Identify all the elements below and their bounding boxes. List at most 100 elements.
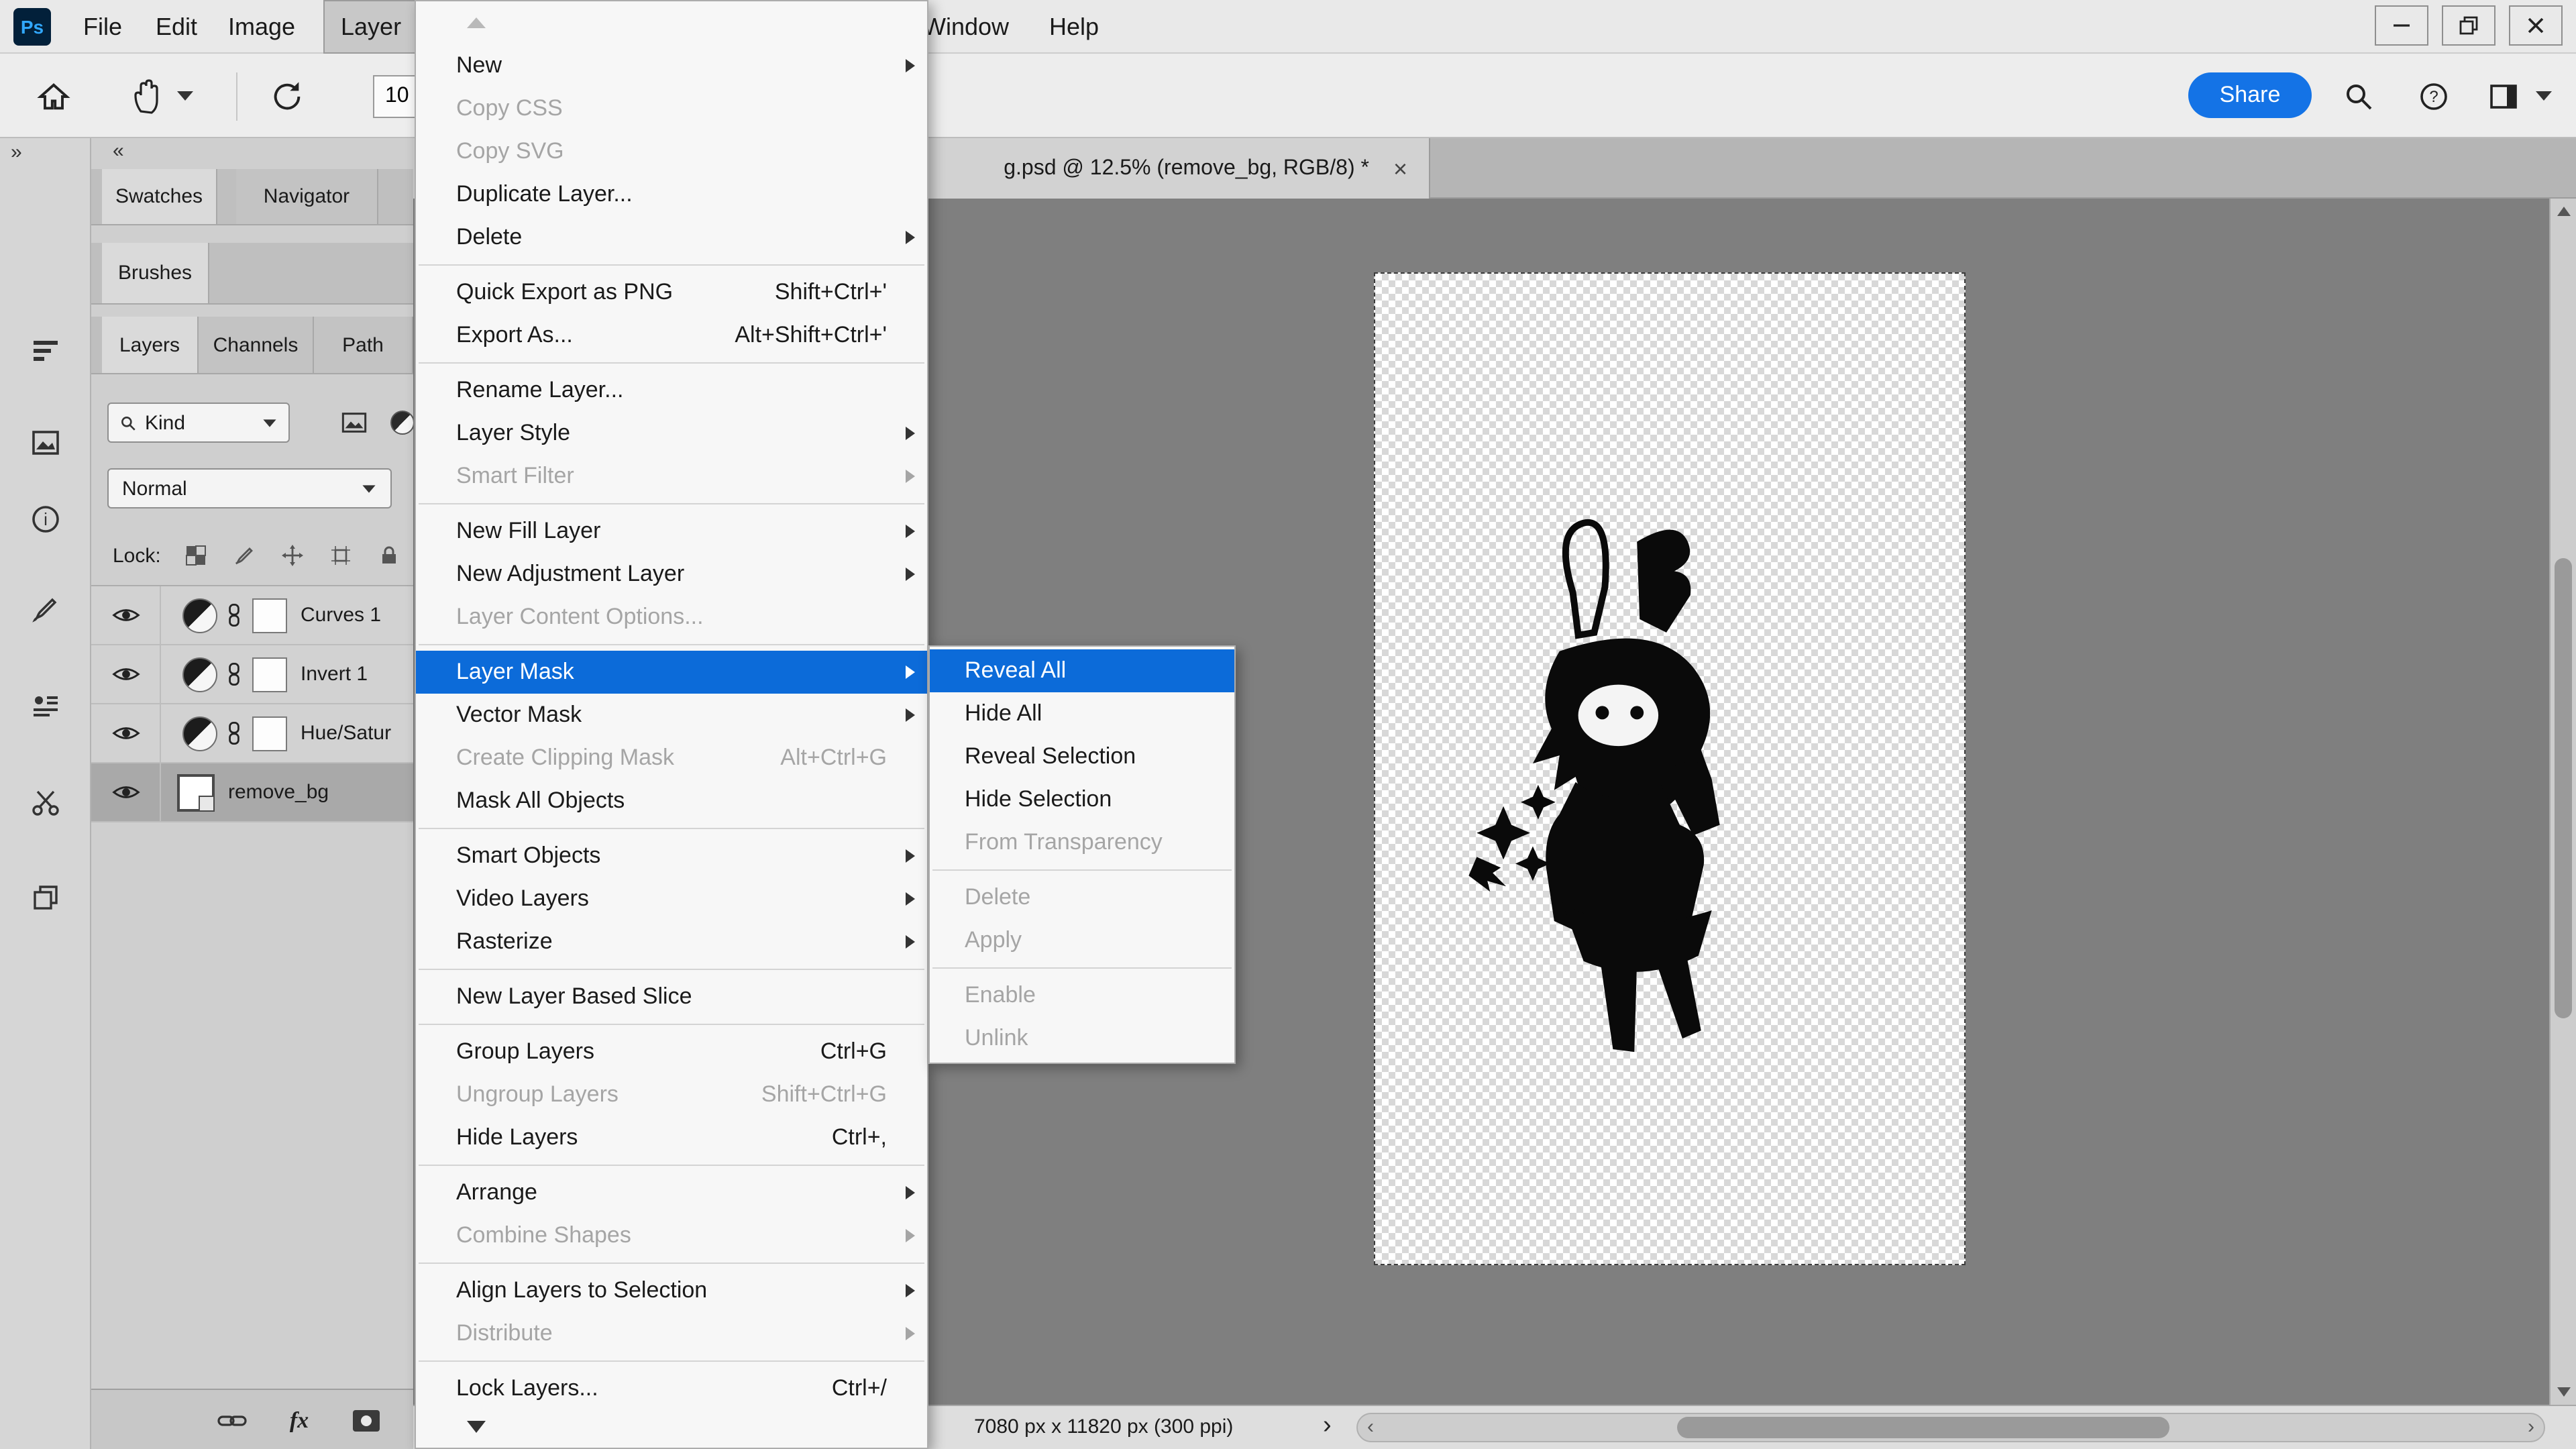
search-button[interactable] — [2334, 72, 2383, 121]
menu-help[interactable]: Help — [1033, 0, 1115, 54]
layer-visibility-eye-icon[interactable] — [91, 763, 161, 821]
document-canvas[interactable] — [1374, 272, 1966, 1265]
layer-row-remove-bg[interactable]: remove_bg — [91, 763, 413, 822]
lock-position-button[interactable] — [279, 542, 306, 569]
horizontal-scrollbar-thumb[interactable] — [1677, 1417, 2169, 1438]
lock-all-button[interactable] — [376, 542, 402, 569]
layer-menu-item-align-layers-to-selection[interactable]: Align Layers to Selection — [416, 1269, 927, 1312]
scroll-left-arrow-icon[interactable]: ‹ — [1367, 1416, 1374, 1438]
layer-menu-item-new[interactable]: New — [416, 44, 927, 87]
brush-settings-panel-icon[interactable] — [19, 582, 72, 636]
submenu-item-hide-selection[interactable]: Hide Selection — [930, 778, 1234, 821]
submenu-item-reveal-all[interactable]: Reveal All — [930, 649, 1234, 692]
menu-scroll-down[interactable] — [416, 1407, 927, 1448]
tab-layers[interactable]: Layers — [102, 317, 199, 373]
histogram-panel-icon[interactable] — [19, 325, 72, 378]
help-button[interactable]: ? — [2410, 72, 2458, 121]
layer-visibility-eye-icon[interactable] — [91, 645, 161, 703]
layer-mask-thumbnail[interactable] — [252, 598, 287, 633]
workspace-button[interactable] — [2479, 72, 2528, 121]
tab-swatches[interactable]: Swatches — [102, 169, 217, 224]
filter-by-adjustment-button[interactable] — [384, 405, 413, 440]
menu-edit[interactable]: Edit — [140, 0, 213, 54]
layer-row-hue-satur[interactable]: Hue/Satur — [91, 704, 413, 763]
tab-navigator[interactable]: Navigator — [236, 169, 378, 224]
adjustment-layer-thumbnail[interactable] — [182, 716, 217, 751]
layer-menu-item-rename-layer[interactable]: Rename Layer... — [416, 369, 927, 412]
scissors-icon[interactable] — [19, 775, 72, 829]
adjustment-layer-thumbnail[interactable] — [182, 657, 217, 692]
tab-channels[interactable]: Channels — [199, 317, 314, 373]
layer-visibility-eye-icon[interactable] — [91, 704, 161, 762]
workspace-dropdown-chevron-icon[interactable] — [2536, 91, 2552, 101]
layer-menu-item-vector-mask[interactable]: Vector Mask — [416, 694, 927, 737]
vertical-scrollbar[interactable] — [2549, 199, 2576, 1405]
layer-menu-item-lock-layers[interactable]: Lock Layers... Ctrl+/ — [416, 1367, 927, 1410]
layer-menu-item-delete[interactable]: Delete — [416, 216, 927, 259]
layer-menu-item-rasterize[interactable]: Rasterize — [416, 920, 927, 963]
layer-menu-item-video-layers[interactable]: Video Layers — [416, 877, 927, 920]
layer-menu-item-new-layer-based-slice[interactable]: New Layer Based Slice — [416, 975, 927, 1018]
tab-brushes[interactable]: Brushes — [102, 243, 209, 303]
layer-name: remove_bg — [228, 781, 329, 804]
layer-menu-item-mask-all-objects[interactable]: Mask All Objects — [416, 780, 927, 822]
collapse-panels-button[interactable]: « — [113, 140, 124, 162]
add-layer-mask-button[interactable] — [349, 1405, 384, 1437]
vertical-scrollbar-thumb[interactable] — [2555, 558, 2572, 1018]
libraries-panel-icon[interactable] — [19, 416, 72, 470]
clone-source-panel-icon[interactable] — [19, 871, 72, 924]
layer-thumbnail[interactable] — [177, 773, 215, 811]
layer-menu-item-layer-mask[interactable]: Layer Mask — [416, 651, 927, 694]
close-button[interactable] — [2509, 5, 2563, 46]
lock-transparency-button[interactable] — [182, 542, 209, 569]
character-panel-icon[interactable] — [19, 680, 72, 734]
layer-filter-kind-select[interactable]: Kind — [107, 402, 290, 443]
lock-artboard-button[interactable] — [327, 542, 354, 569]
menu-scroll-up[interactable] — [416, 1, 927, 44]
rotate-view-button[interactable] — [263, 72, 311, 121]
menu-item-label: Ungroup Layers — [456, 1081, 619, 1107]
layer-style-fx-button[interactable]: fx — [282, 1405, 317, 1437]
layer-menu-item-hide-layers[interactable]: Hide Layers Ctrl+, — [416, 1116, 927, 1159]
info-panel-icon[interactable]: i — [19, 492, 72, 546]
hand-tool-button[interactable] — [123, 72, 172, 121]
adjustment-layer-thumbnail[interactable] — [182, 598, 217, 633]
layer-menu-item-new-adjustment-layer[interactable]: New Adjustment Layer — [416, 553, 927, 596]
link-layers-button[interactable] — [215, 1405, 250, 1437]
layer-menu-item-group-layers[interactable]: Group Layers Ctrl+G — [416, 1030, 927, 1073]
layer-row-curves-1[interactable]: Curves 1 — [91, 586, 413, 645]
menu-layer[interactable]: Layer — [323, 0, 419, 54]
horizontal-scrollbar[interactable]: ‹ › — [1356, 1413, 2545, 1442]
share-button[interactable]: Share — [2188, 72, 2312, 118]
tab-paths[interactable]: Path — [314, 317, 413, 373]
scroll-up-arrow-icon[interactable] — [2557, 207, 2571, 216]
layer-mask-thumbnail[interactable] — [252, 657, 287, 692]
submenu-item-reveal-selection[interactable]: Reveal Selection — [930, 735, 1234, 778]
filter-by-image-button[interactable] — [335, 405, 373, 440]
layer-row-invert-1[interactable]: Invert 1 — [91, 645, 413, 704]
restore-button[interactable] — [2442, 5, 2496, 46]
hand-tool-dropdown-chevron-icon[interactable] — [177, 91, 193, 101]
blend-mode-select[interactable]: Normal — [107, 468, 392, 508]
layer-menu-item-layer-style[interactable]: Layer Style — [416, 412, 927, 455]
scroll-right-arrow-icon[interactable]: › — [2528, 1416, 2534, 1438]
home-button[interactable] — [30, 72, 78, 121]
layer-menu-item-new-fill-layer[interactable]: New Fill Layer — [416, 510, 927, 553]
scroll-down-arrow-icon[interactable] — [2557, 1387, 2571, 1397]
submenu-item-hide-all[interactable]: Hide All — [930, 692, 1234, 735]
layer-visibility-eye-icon[interactable] — [91, 586, 161, 644]
layer-menu-item-quick-export-as-png[interactable]: Quick Export as PNG Shift+Ctrl+' — [416, 271, 927, 314]
layer-menu-item-duplicate-layer[interactable]: Duplicate Layer... — [416, 173, 927, 216]
layer-menu-item-smart-objects[interactable]: Smart Objects — [416, 835, 927, 877]
layer-mask-thumbnail[interactable] — [252, 716, 287, 751]
layer-menu-item-arrange[interactable]: Arrange — [416, 1171, 927, 1214]
menu-file[interactable]: File — [67, 0, 138, 54]
layer-menu-item-export-as[interactable]: Export As... Alt+Shift+Ctrl+' — [416, 314, 927, 357]
status-options-chevron[interactable]: › — [1323, 1411, 1332, 1441]
menu-separator — [419, 969, 924, 970]
expand-dock-button[interactable]: » — [11, 141, 22, 164]
menu-image[interactable]: Image — [212, 0, 311, 54]
minimize-button[interactable] — [2375, 5, 2428, 46]
document-close-icon[interactable]: × — [1393, 156, 1407, 180]
lock-image-button[interactable] — [231, 542, 258, 569]
